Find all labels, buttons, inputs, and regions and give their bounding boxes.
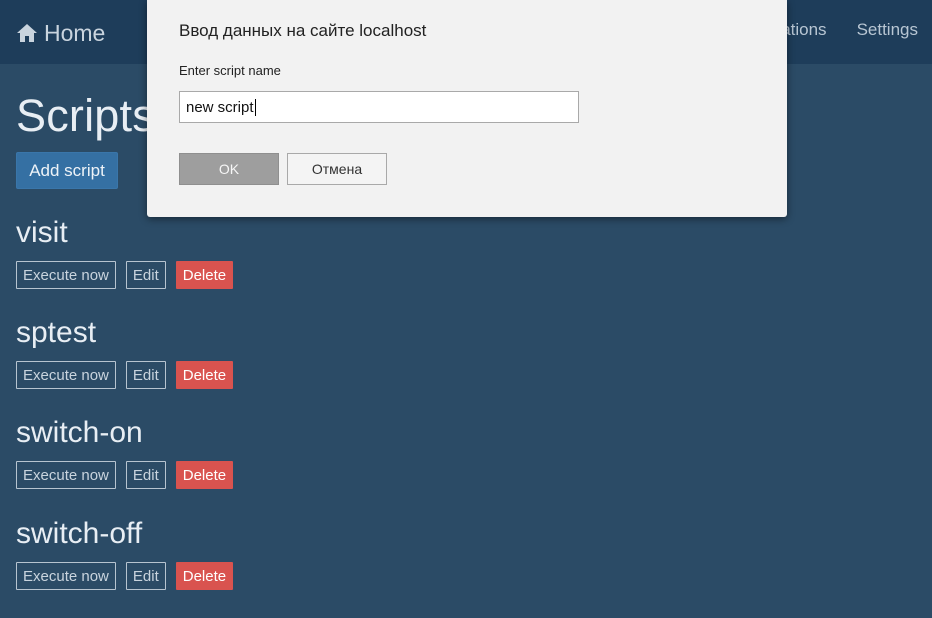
text-caret <box>254 98 256 116</box>
script-name-input[interactable]: new script <box>179 91 579 123</box>
execute-now-button[interactable]: Execute now <box>16 461 116 489</box>
add-script-button[interactable]: Add script <box>16 152 118 189</box>
script-item: switch-on Execute now Edit Delete <box>16 415 234 489</box>
prompt-label: Enter script name <box>179 63 281 78</box>
delete-button[interactable]: Delete <box>175 361 234 389</box>
script-name: switch-on <box>16 416 143 449</box>
script-name: sptest <box>16 316 97 349</box>
page-title: Scripts <box>16 90 155 141</box>
edit-button[interactable]: Edit <box>125 562 166 590</box>
execute-now-button[interactable]: Execute now <box>16 261 116 289</box>
script-actions: Execute now Edit Delete <box>16 562 234 590</box>
script-actions: Execute now Edit Delete <box>16 261 234 289</box>
script-name: switch-off <box>16 517 143 550</box>
delete-button[interactable]: Delete <box>175 261 234 289</box>
home-icon <box>16 23 38 43</box>
home-link[interactable]: Home <box>16 18 105 48</box>
prompt-dialog: Ввод данных на сайте localhost Enter scr… <box>147 0 787 217</box>
script-item: sptest Execute now Edit Delete <box>16 315 234 389</box>
script-actions: Execute now Edit Delete <box>16 461 234 489</box>
execute-now-button[interactable]: Execute now <box>16 361 116 389</box>
nav-link-notifications[interactable]: ations <box>781 20 826 40</box>
script-name: visit <box>16 216 68 249</box>
dialog-title: Ввод данных на сайте localhost <box>179 21 427 40</box>
ok-button[interactable]: OK <box>179 153 279 185</box>
page: Home ations Settings Scripts Add script … <box>0 0 932 618</box>
nav-link-settings[interactable]: Settings <box>857 20 918 40</box>
edit-button[interactable]: Edit <box>125 361 166 389</box>
cancel-button[interactable]: Отмена <box>287 153 387 185</box>
delete-button[interactable]: Delete <box>175 562 234 590</box>
script-actions: Execute now Edit Delete <box>16 361 234 389</box>
input-value: new script <box>186 98 254 116</box>
script-item: visit Execute now Edit Delete <box>16 215 234 289</box>
delete-button[interactable]: Delete <box>175 461 234 489</box>
script-item: switch-off Execute now Edit Delete <box>16 516 234 590</box>
home-label: Home <box>44 19 106 46</box>
nav-right: ations Settings <box>781 20 918 40</box>
edit-button[interactable]: Edit <box>125 461 166 489</box>
execute-now-button[interactable]: Execute now <box>16 562 116 590</box>
edit-button[interactable]: Edit <box>125 261 166 289</box>
